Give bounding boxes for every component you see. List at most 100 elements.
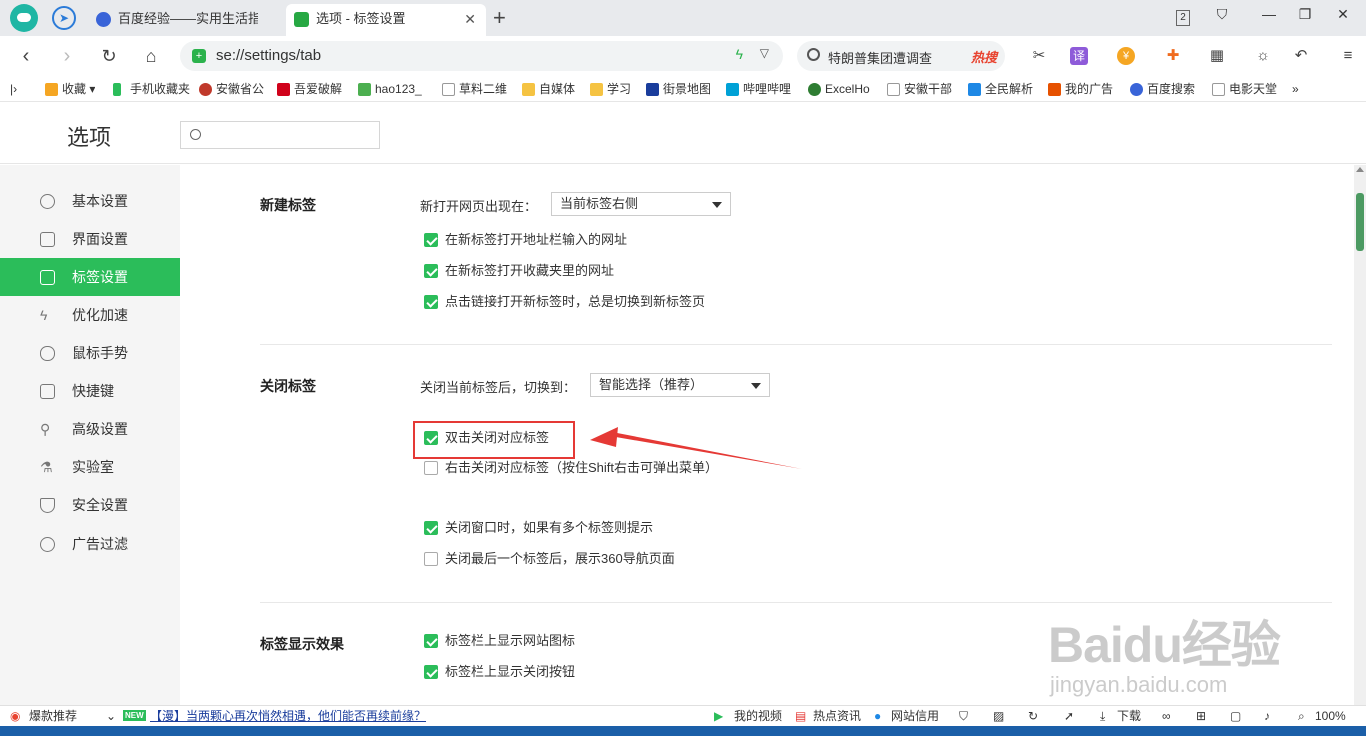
site-credit-link[interactable]: 网站信用 [891, 708, 939, 724]
tab-count-badge[interactable]: 2 [1176, 10, 1190, 26]
sidebar-item-basic[interactable]: 基本设置 [0, 182, 180, 220]
bookmark-item[interactable]: 百度搜索 [1130, 80, 1198, 98]
shield-icon[interactable]: ⛉ [959, 708, 968, 724]
sidebar-item-advanced[interactable]: ⚲ 高级设置 [0, 410, 180, 448]
security-shield-icon[interactable]: + [192, 49, 206, 63]
checkbox-icon[interactable] [424, 461, 438, 475]
checkbox-icon[interactable] [424, 431, 438, 445]
bookmark-item[interactable]: hao123_ [358, 80, 430, 98]
checkbox-show-site-icon[interactable]: 标签栏上显示网站图标 [424, 633, 575, 651]
search-query[interactable]: 特朗普集团遭调查 [828, 48, 932, 67]
glasses-icon[interactable]: ∞ [1162, 708, 1171, 724]
close-tab-switch-select[interactable]: 智能选择（推荐） [590, 373, 770, 397]
skin-shirt-icon[interactable]: ⛉ [1210, 6, 1234, 23]
bookmark-item[interactable]: 全民解析 [968, 80, 1036, 98]
zoom-level[interactable]: 100% [1315, 708, 1346, 724]
address-bar[interactable]: + se://settings/tab ϟ ▽ [180, 41, 783, 71]
restore-button[interactable]: ❐ [1293, 6, 1317, 23]
chevron-down-icon[interactable]: ▽ [760, 46, 769, 60]
bookmark-item[interactable]: 电影天堂 [1212, 80, 1282, 98]
hot-search-badge[interactable]: 热搜 [971, 47, 997, 66]
chevron-down-icon[interactable]: ⌄ [106, 708, 116, 724]
sidebar-item-shortcuts[interactable]: 快捷键 [0, 372, 180, 410]
grid-icon[interactable]: ⊞ [1196, 708, 1206, 724]
bookmarks-overflow-button[interactable]: » [1292, 80, 1299, 98]
sidebar-toggle-icon[interactable]: |› [10, 80, 17, 98]
menu-icon[interactable]: ≡ [1337, 45, 1359, 67]
home-button[interactable]: ⌂ [137, 42, 165, 70]
checkbox-switch-to-new-tab[interactable]: 点击链接打开新标签时，总是切换到新标签页 [424, 294, 705, 312]
checkbox-icon[interactable] [424, 233, 438, 247]
scroll-up-arrow-icon[interactable] [1356, 167, 1364, 172]
zoom-icon[interactable]: ⌕ [1298, 708, 1305, 724]
checkbox-show-360-nav[interactable]: 关闭最后一个标签后，展示360导航页面 [424, 551, 675, 569]
hot-recommend-link[interactable]: 爆款推荐 [29, 708, 77, 724]
my-video-link[interactable]: 我的视频 [734, 708, 782, 724]
bookmark-item[interactable]: 收藏 ▾ [45, 80, 95, 98]
checkbox-show-close-button[interactable]: 标签栏上显示关闭按钮 [424, 664, 575, 682]
vertical-scrollbar[interactable] [1354, 165, 1366, 705]
sidebar-item-tabs[interactable]: 标签设置 [0, 258, 180, 296]
checkbox-icon[interactable] [424, 634, 438, 648]
settings-search-input[interactable] [180, 121, 380, 149]
close-window-button[interactable]: ✕ [1331, 6, 1355, 23]
browser-logo-icon[interactable] [10, 4, 38, 32]
bookmark-item[interactable]: 哔哩哔哩 [726, 80, 794, 98]
checkbox-double-click-close[interactable]: 双击关闭对应标签 [424, 430, 549, 448]
apps-grid-icon[interactable]: ▦ [1206, 45, 1228, 67]
new-tab-button[interactable]: + [493, 4, 506, 32]
window-icon[interactable]: ▢ [1230, 708, 1241, 724]
minimize-button[interactable]: — [1257, 6, 1281, 22]
translate-icon[interactable]: 译 [1070, 47, 1088, 65]
navigation-compass-icon[interactable]: ➤ [52, 6, 76, 30]
bookmark-item[interactable]: ExcelHo [808, 80, 874, 98]
checkbox-warn-multiple-tabs[interactable]: 关闭窗口时，如果有多个标签则提示 [424, 520, 653, 538]
hot-news-link[interactable]: 热点资讯 [813, 708, 861, 724]
bookmark-item[interactable]: 草料二维 [442, 80, 510, 98]
sidebar-item-interface[interactable]: 界面设置 [0, 220, 180, 258]
download-icon[interactable]: ⤓ [1100, 708, 1105, 724]
search-box[interactable]: 特朗普集团遭调查 热搜 [797, 41, 1005, 71]
volume-icon[interactable]: ♪ [1264, 708, 1270, 724]
checkbox-icon[interactable] [424, 552, 438, 566]
refresh-icon[interactable]: ↻ [1028, 708, 1038, 724]
undo-icon[interactable]: ↶ [1290, 45, 1312, 67]
news-link[interactable]: 【漫】当两颗心再次悄然相遇，他们能否再续前缘？ [150, 708, 426, 724]
checkbox-open-address-new-tab[interactable]: 在新标签打开地址栏输入的网址 [424, 232, 627, 250]
bookmark-item[interactable]: 手机收藏夹 [113, 80, 193, 98]
bookmark-item[interactable]: 街景地图 [646, 80, 714, 98]
bookmark-item[interactable]: 安徽省公 [199, 80, 269, 98]
bookmark-item[interactable]: 我的广告 [1048, 80, 1116, 98]
bookmark-item[interactable]: 吾爱破解 [277, 80, 347, 98]
close-tab-icon[interactable]: ✕ [464, 4, 476, 34]
speed-bolt-icon[interactable]: ϟ [736, 46, 743, 62]
new-tab-position-select[interactable]: 当前标签右侧 [551, 192, 731, 216]
scissors-icon[interactable]: ✂ [1028, 45, 1050, 67]
image-icon[interactable]: ▨ [993, 708, 1004, 724]
address-url[interactable]: se://settings/tab [216, 47, 321, 64]
rocket-icon[interactable]: ➚ [1064, 708, 1074, 724]
brightness-icon[interactable]: ☼ [1252, 45, 1274, 67]
checkbox-open-favorites-new-tab[interactable]: 在新标签打开收藏夹里的网址 [424, 263, 614, 281]
checkbox-icon[interactable] [424, 295, 438, 309]
scrollbar-thumb[interactable] [1356, 193, 1364, 251]
tab-settings[interactable]: 选项 - 标签设置 ✕ [286, 4, 486, 36]
sidebar-item-adblock[interactable]: 广告过滤 [0, 525, 180, 563]
sidebar-item-optimize[interactable]: ϟ 优化加速 [0, 296, 180, 334]
checkbox-icon[interactable] [424, 264, 438, 278]
bookmark-folder[interactable]: 学习 [590, 80, 631, 98]
back-button[interactable]: ‹ [12, 42, 40, 70]
checkbox-icon[interactable] [424, 665, 438, 679]
checkbox-icon[interactable] [424, 521, 438, 535]
reload-button[interactable]: ↻ [95, 42, 123, 70]
tab-baidu-jingyan[interactable]: 百度经验——实用生活指南 [88, 4, 283, 36]
coin-icon[interactable]: ¥ [1117, 47, 1135, 65]
game-icon[interactable]: ✚ [1162, 45, 1184, 67]
sidebar-item-security[interactable]: 安全设置 [0, 486, 180, 524]
sidebar-item-mouse[interactable]: 鼠标手势 [0, 334, 180, 372]
bookmark-folder[interactable]: 自媒体 [522, 80, 575, 98]
sidebar-item-lab[interactable]: ⚗ 实验室 [0, 448, 180, 486]
download-link[interactable]: 下载 [1117, 708, 1141, 724]
bookmark-item[interactable]: 安徽干部 [887, 80, 955, 98]
forward-button[interactable]: › [53, 42, 81, 70]
